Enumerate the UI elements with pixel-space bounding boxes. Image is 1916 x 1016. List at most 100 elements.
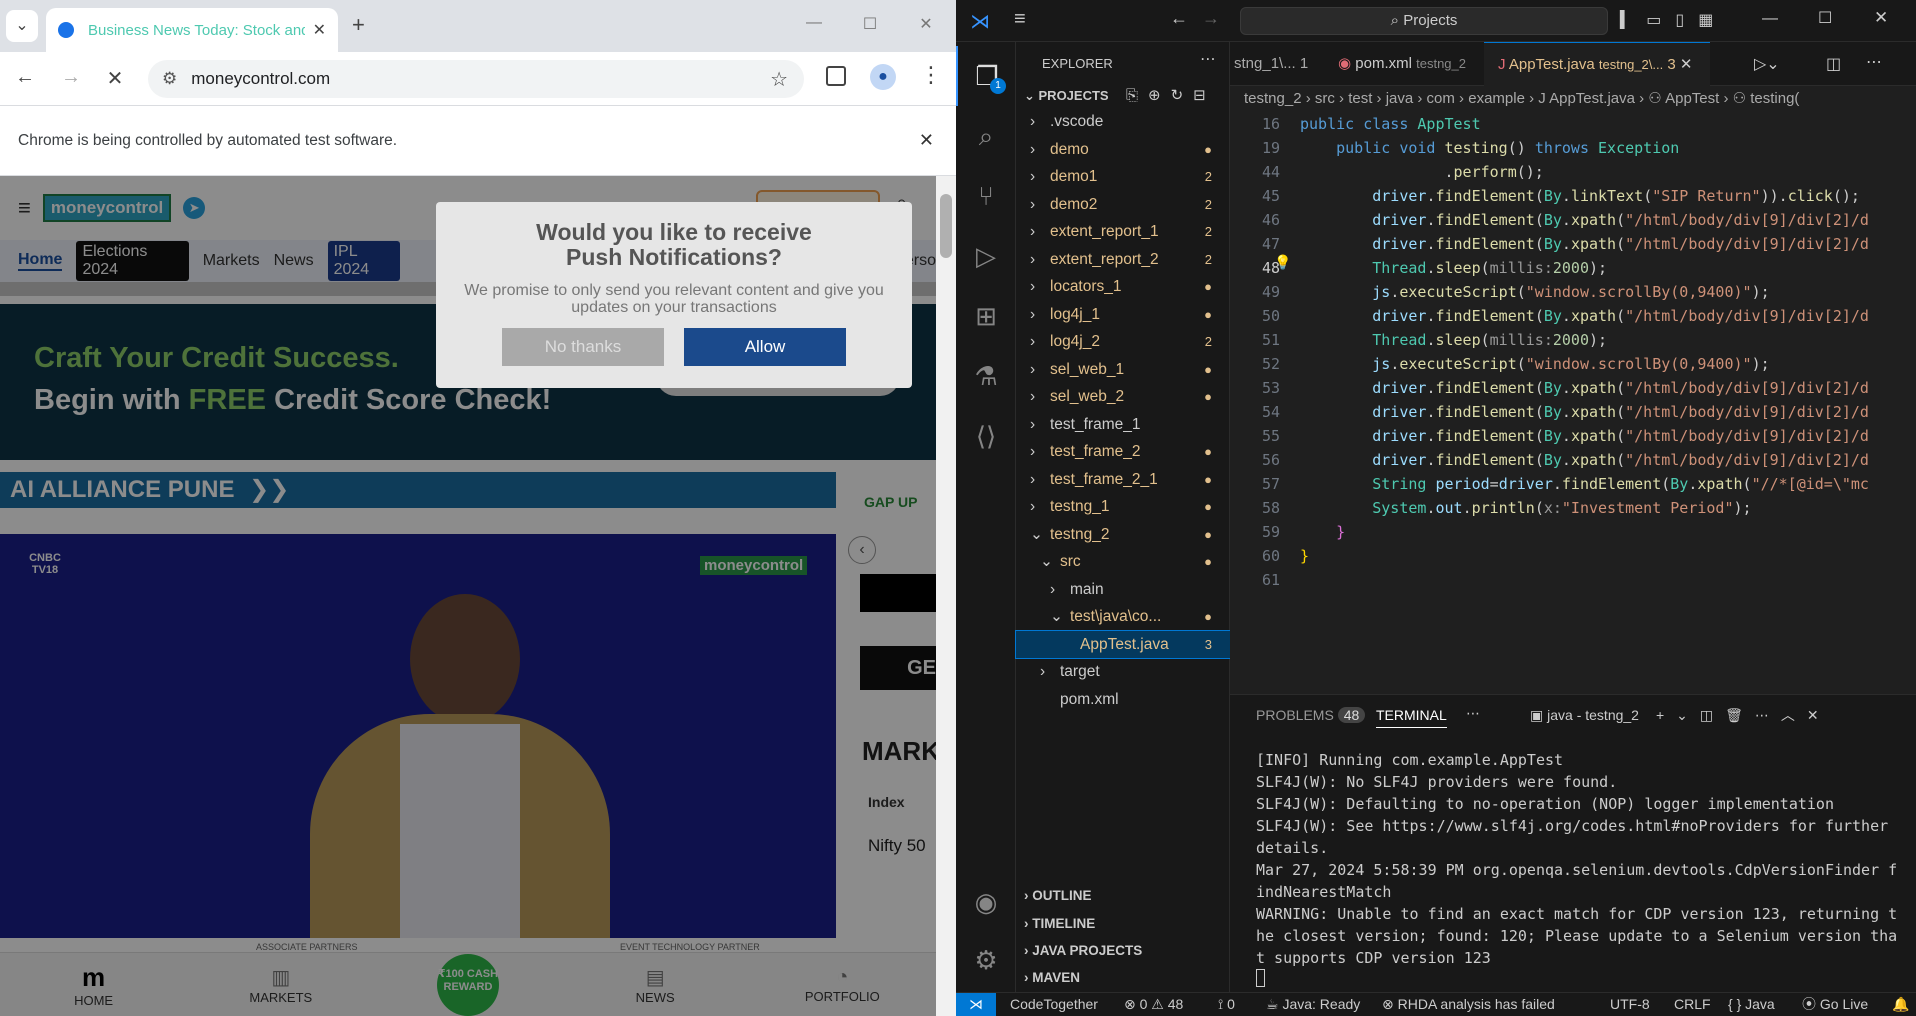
chevron-icon[interactable]: ›: [1030, 411, 1035, 438]
terminal-output[interactable]: [INFO] Running com.example.AppTest SLF4J(…: [1256, 749, 1906, 987]
nav-forward-icon[interactable]: →: [1202, 8, 1220, 29]
source-control-icon[interactable]: ⑂: [956, 166, 1016, 226]
close-window-icon[interactable]: ✕: [906, 14, 946, 34]
tab-pom-xml[interactable]: ◉ pom.xml testng_2: [1324, 42, 1480, 86]
chevron-icon[interactable]: ›: [1030, 273, 1035, 300]
code-line[interactable]: 56 driver.findElement(By.xpath("/html/bo…: [1230, 448, 1916, 472]
code-line[interactable]: 51 Thread.sleep(millis:2000);: [1230, 328, 1916, 352]
chevron-icon[interactable]: ⌄: [1030, 521, 1043, 548]
code-line[interactable]: 57 String period=driver.findElement(By.x…: [1230, 472, 1916, 496]
allow-button[interactable]: Allow: [684, 328, 846, 366]
explorer-more-icon[interactable]: ⋯: [1200, 50, 1216, 69]
tree-item[interactable]: › extent_report_2 2: [1016, 246, 1230, 273]
eol-status[interactable]: CRLF: [1674, 993, 1711, 1016]
terminal-tab[interactable]: TERMINAL: [1376, 707, 1447, 728]
chevron-icon[interactable]: ›: [1030, 136, 1035, 163]
tree-item[interactable]: ⌄ src ●: [1016, 548, 1230, 575]
tree-item[interactable]: › .vscode: [1016, 108, 1230, 135]
tree-item[interactable]: › test_frame_2 ●: [1016, 438, 1230, 465]
account-icon[interactable]: ◉: [956, 872, 1016, 932]
tree-item[interactable]: › test_frame_2_1 ●: [1016, 466, 1230, 493]
codetogether-status[interactable]: CodeTogether: [1010, 993, 1098, 1016]
stop-loading-icon[interactable]: ✕: [100, 66, 130, 91]
code-line[interactable]: 52 js.executeScript("window.scrollBy(0,9…: [1230, 352, 1916, 376]
java-projects-section[interactable]: › JAVA PROJECTS: [1016, 937, 1230, 965]
tree-item[interactable]: › demo1 2: [1016, 163, 1230, 190]
java-status[interactable]: ☕ Java: Ready: [1266, 993, 1360, 1016]
code-line[interactable]: 48 Thread.sleep(millis:2000);: [1230, 256, 1916, 280]
address-bar[interactable]: ⚙ moneycontrol.com ☆: [148, 60, 804, 98]
chevron-icon[interactable]: ›: [1030, 356, 1035, 383]
nav-back-icon[interactable]: ←: [1170, 8, 1188, 29]
side-panel-icon[interactable]: [826, 66, 846, 86]
chevron-icon[interactable]: ›: [1030, 218, 1035, 245]
chevron-icon[interactable]: ›: [1030, 163, 1035, 190]
code-line[interactable]: 47 driver.findElement(By.xpath("/html/bo…: [1230, 232, 1916, 256]
maven-section[interactable]: › MAVEN: [1016, 964, 1230, 992]
terminal-instance[interactable]: ▣ java - testng_2: [1530, 707, 1639, 724]
editor-more-icon[interactable]: ⋯: [1866, 52, 1882, 72]
new-tab-icon[interactable]: +: [352, 12, 365, 38]
explorer-icon[interactable]: ❐: [956, 46, 1016, 106]
tab-testng1[interactable]: stng_1\... 1: [1220, 42, 1322, 86]
tree-item[interactable]: › testng_1 ●: [1016, 493, 1230, 520]
tab-apptest-java[interactable]: J AppTest.java testng_2\... 3 ✕: [1484, 42, 1710, 86]
vs-minimize-icon[interactable]: —: [1762, 10, 1778, 28]
chevron-icon[interactable]: ›: [1030, 246, 1035, 273]
close-tab-icon[interactable]: ✕: [313, 20, 326, 40]
tree-item[interactable]: pom.xml: [1016, 686, 1230, 713]
run-debug-icon[interactable]: ▷: [956, 226, 1016, 286]
browser-tab[interactable]: Business News Today: Stock and Share Mar…: [46, 8, 338, 52]
language-status[interactable]: { } Java: [1728, 993, 1775, 1016]
maximize-icon[interactable]: ☐: [850, 14, 890, 34]
chevron-icon[interactable]: ›: [1030, 328, 1035, 355]
settings-gear-icon[interactable]: ⚙: [956, 930, 1016, 990]
projects-header[interactable]: ⌄ PROJECTS: [1024, 88, 1109, 104]
chevron-icon[interactable]: ›: [1050, 576, 1055, 603]
infobar-close-icon[interactable]: ✕: [919, 130, 934, 151]
code-line[interactable]: 45 driver.findElement(By.linkText("SIP R…: [1230, 184, 1916, 208]
code-line[interactable]: 19 public void testing() throws Exceptio…: [1230, 136, 1916, 160]
code-line[interactable]: 44 .perform();: [1230, 160, 1916, 184]
chevron-icon[interactable]: ›: [1030, 108, 1035, 135]
chevron-icon[interactable]: ›: [1030, 383, 1035, 410]
code-line[interactable]: 16 public class AppTest: [1230, 112, 1916, 136]
panel-more-icon[interactable]: ⋯: [1466, 705, 1480, 722]
command-center-search[interactable]: ⌕ Projects: [1240, 7, 1608, 35]
panel-action-icons[interactable]: +⌄◫🗑⋯︿✕: [1656, 705, 1831, 725]
ports-status[interactable]: ⟟ 0: [1218, 993, 1235, 1016]
problems-tab[interactable]: PROBLEMS 48: [1256, 707, 1366, 723]
chevron-icon[interactable]: ›: [1040, 658, 1045, 685]
tree-item[interactable]: › locators_1 ●: [1016, 273, 1230, 300]
lightbulb-icon[interactable]: 💡: [1274, 254, 1291, 271]
tab-search-icon[interactable]: ⌄: [6, 10, 38, 42]
code-editor[interactable]: 16 public class AppTest 19 public void tes…: [1230, 112, 1916, 612]
back-icon[interactable]: ←: [10, 66, 40, 89]
no-thanks-button[interactable]: No thanks: [502, 328, 664, 366]
minimize-icon[interactable]: —: [794, 14, 834, 32]
chevron-icon[interactable]: ›: [1030, 191, 1035, 218]
tree-item[interactable]: › target: [1016, 658, 1230, 685]
search-sidebar-icon[interactable]: ⌕: [956, 106, 1016, 166]
remote-indicator-icon[interactable]: ⋊: [956, 993, 996, 1016]
breadcrumb[interactable]: testng_2 › src › test › java › com › exa…: [1230, 86, 1916, 112]
testing-icon[interactable]: ⚗: [956, 346, 1016, 406]
site-info-icon[interactable]: ⚙: [162, 69, 177, 89]
run-java-icon[interactable]: ▷⌄: [1754, 54, 1780, 74]
vs-maximize-icon[interactable]: ☐: [1818, 8, 1832, 28]
tree-item[interactable]: › main: [1016, 576, 1230, 603]
tree-item[interactable]: › extent_report_1 2: [1016, 218, 1230, 245]
code-line[interactable]: 46 driver.findElement(By.xpath("/html/bo…: [1230, 208, 1916, 232]
problems-status[interactable]: ⊗ 0 ⚠ 48: [1124, 993, 1183, 1016]
browser-menu-icon[interactable]: ⋮: [920, 62, 942, 88]
tree-item[interactable]: ⌄ testng_2 ●: [1016, 521, 1230, 548]
tree-item[interactable]: › test_frame_1: [1016, 411, 1230, 438]
extensions-icon[interactable]: ⊞: [956, 286, 1016, 346]
tree-item[interactable]: › demo ●: [1016, 136, 1230, 163]
chevron-icon[interactable]: ›: [1030, 438, 1035, 465]
profile-avatar[interactable]: ●: [870, 64, 896, 90]
page-scrollbar[interactable]: [936, 176, 956, 1016]
chevron-icon[interactable]: ›: [1030, 301, 1035, 328]
chevron-icon[interactable]: ⌄: [1040, 548, 1053, 575]
code-line[interactable]: 58 System.out.println(x:"Investment Peri…: [1230, 496, 1916, 520]
